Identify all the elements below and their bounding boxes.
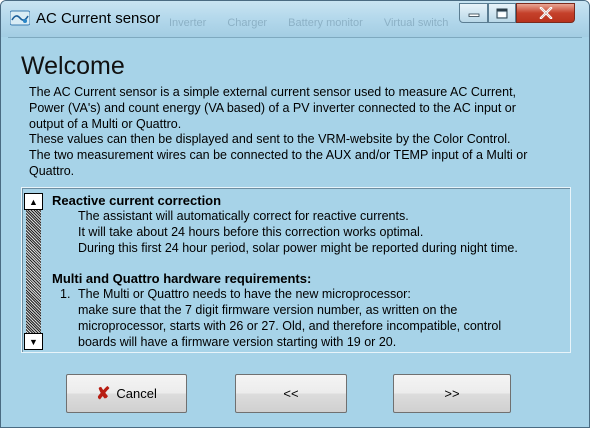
background-tabs: Inverter Charger Battery monitor Virtual… bbox=[169, 17, 466, 29]
next-label: >> bbox=[444, 386, 460, 401]
minimize-icon bbox=[468, 13, 479, 17]
maximize-button[interactable] bbox=[488, 3, 516, 23]
x-icon: ✘ bbox=[96, 384, 111, 403]
section-heading-reactive: Reactive current correction bbox=[52, 193, 222, 208]
section-heading-hardware: Multi and Quattro hardware requirements: bbox=[52, 271, 312, 287]
intro-line: Quattro. bbox=[29, 163, 75, 178]
app-logo-icon bbox=[10, 10, 30, 26]
vertical-scrollbar[interactable]: ▲ ▼ bbox=[24, 190, 43, 351]
info-content: Reactive current correction The assistan… bbox=[52, 193, 567, 351]
info-line: It will take about 24 hours before this … bbox=[78, 224, 424, 239]
intro-line: The AC Current sensor is a simple extern… bbox=[29, 85, 517, 99]
background-tab: Battery monitor bbox=[288, 17, 363, 29]
info-line: During this first 24 hour period, solar … bbox=[78, 240, 518, 255]
intro-line: output of a Multi or Quattro. bbox=[29, 116, 182, 131]
intro-line: The two measurement wires can be connect… bbox=[29, 148, 528, 163]
info-line: make sure that the 7 digit firmware vers… bbox=[78, 303, 458, 318]
info-line: microprocessor, starts with 26 or 27. Ol… bbox=[78, 318, 502, 333]
back-button[interactable]: << bbox=[235, 374, 347, 413]
close-icon bbox=[539, 7, 552, 19]
down-arrow-icon: ▼ bbox=[29, 336, 38, 347]
list-number: 1. bbox=[60, 287, 71, 302]
intro-line: These values can then be displayed and s… bbox=[29, 132, 511, 147]
scroll-up-button[interactable]: ▲ bbox=[24, 193, 43, 210]
scrollbar-track[interactable] bbox=[26, 210, 41, 333]
intro-text: The AC Current sensor is a simple extern… bbox=[29, 85, 577, 180]
list-item: 1. The Multi or Quattro needs to have the… bbox=[52, 287, 567, 303]
next-button[interactable]: >> bbox=[393, 374, 511, 413]
background-tab: Charger bbox=[227, 17, 268, 29]
back-label: << bbox=[283, 386, 299, 401]
info-line: boards will have a firmware version star… bbox=[78, 334, 397, 349]
scroll-down-button[interactable]: ▼ bbox=[24, 333, 43, 350]
cancel-label: Cancel bbox=[116, 386, 157, 401]
close-button[interactable] bbox=[516, 3, 575, 23]
assistant-window: Inverter Charger Battery monitor Virtual… bbox=[0, 0, 590, 428]
minimize-button[interactable] bbox=[459, 3, 488, 23]
info-line: The Multi or Quattro needs to have the n… bbox=[78, 287, 411, 302]
background-tab: Virtual switch bbox=[383, 17, 449, 29]
background-tab: Inverter bbox=[169, 17, 207, 29]
wizard-content: Welcome The AC Current sensor is a simpl… bbox=[8, 37, 582, 423]
up-arrow-icon: ▲ bbox=[29, 196, 38, 207]
info-scroll-box[interactable]: ▲ ▼ Reactive current correction The assi… bbox=[21, 187, 571, 353]
intro-line: Power (VA's) and count energy (VA based)… bbox=[29, 100, 516, 115]
page-title: Welcome bbox=[21, 52, 125, 80]
info-line: The assistant will automatically correct… bbox=[78, 209, 409, 223]
cancel-button[interactable]: ✘ Cancel bbox=[66, 374, 187, 413]
window-title: AC Current sensor bbox=[36, 10, 161, 27]
maximize-icon bbox=[496, 8, 508, 18]
title-bar[interactable]: Inverter Charger Battery monitor Virtual… bbox=[1, 1, 589, 37]
